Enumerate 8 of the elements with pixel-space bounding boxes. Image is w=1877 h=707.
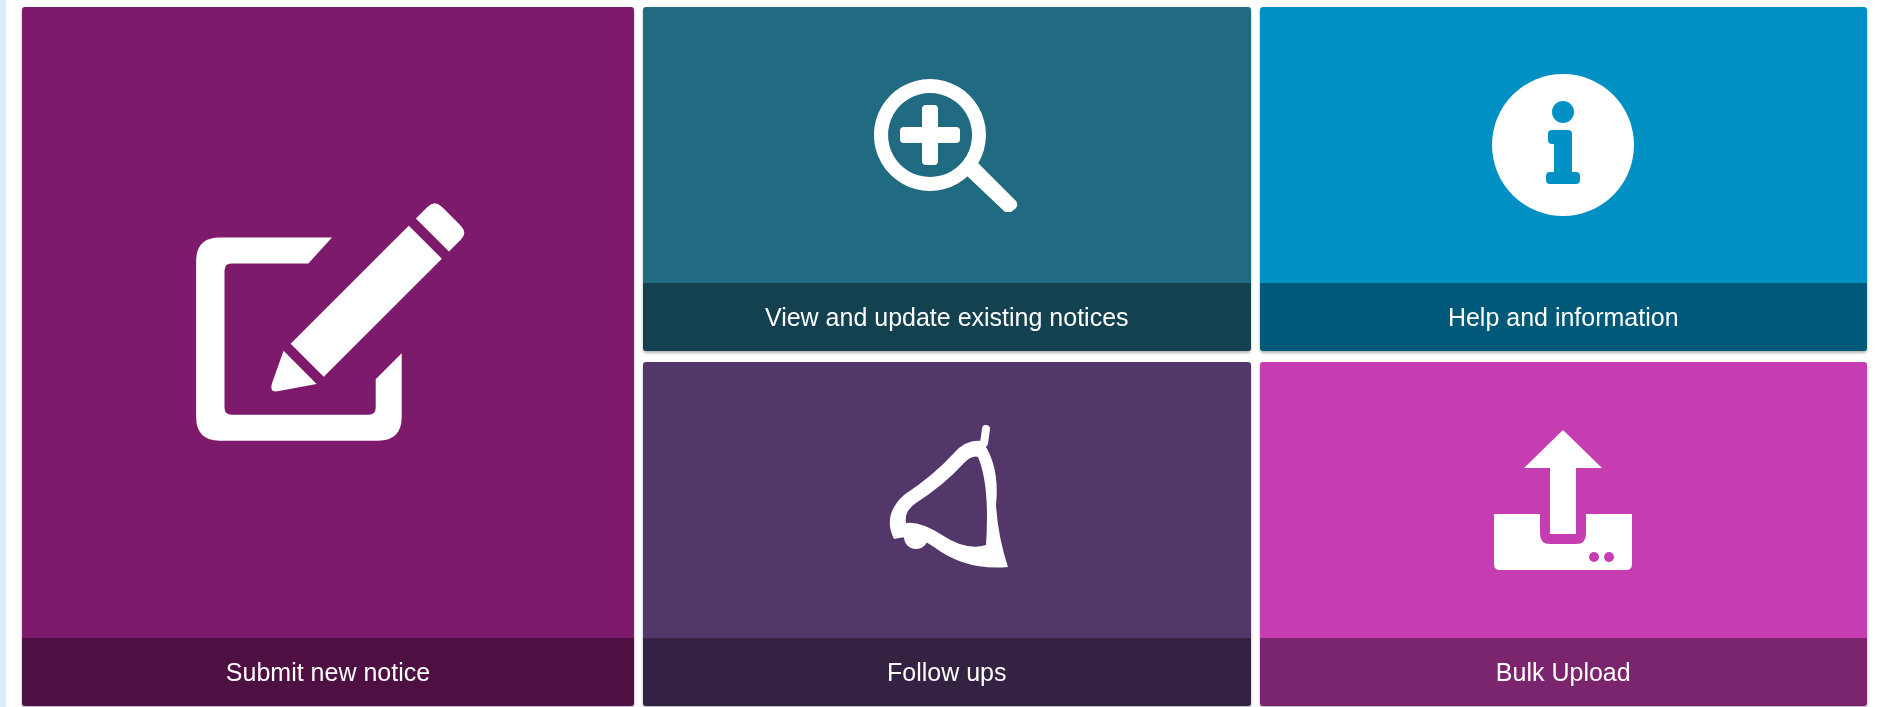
menu-tile[interactable]: Submit new notice <box>22 7 634 706</box>
upload-icon <box>1494 430 1633 570</box>
menu-tile[interactable]: Bulk Upload <box>1259 362 1867 706</box>
menu-tile[interactable]: Follow ups <box>643 362 1251 706</box>
info-icon <box>1492 74 1635 216</box>
menu-tile[interactable]: View and update existing notices <box>643 7 1251 351</box>
menu-tile[interactable]: Help and information <box>1259 7 1867 351</box>
zoom-in-icon <box>874 78 1020 212</box>
